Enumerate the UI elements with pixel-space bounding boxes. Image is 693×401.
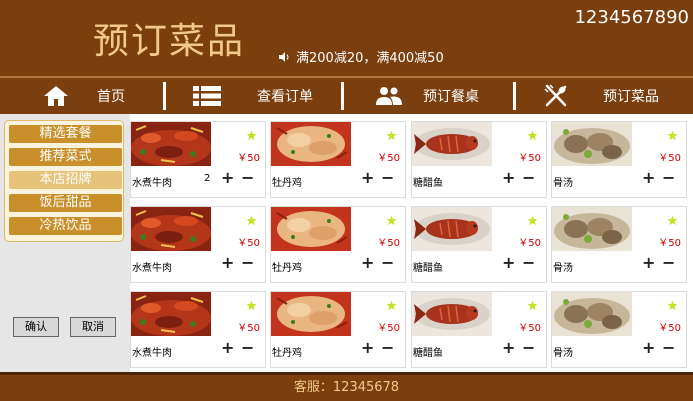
star-icon[interactable] (527, 126, 538, 141)
minus-button[interactable]: − (381, 338, 394, 358)
dish-name: 水煮牛肉 (132, 348, 172, 359)
star-icon[interactable] (246, 296, 257, 311)
star-icon[interactable] (246, 126, 257, 141)
minus-button[interactable]: − (662, 168, 675, 188)
minus-button[interactable]: − (241, 253, 254, 273)
dish-name: 骨汤 (553, 263, 573, 274)
plus-button[interactable]: + (361, 253, 374, 273)
minus-button[interactable]: − (662, 338, 675, 358)
plus-button[interactable]: + (221, 338, 234, 358)
dish-name: 牡丹鸡 (272, 263, 302, 274)
dish-price: ￥50 (377, 323, 400, 334)
dish-name: 牡丹鸡 (272, 178, 302, 189)
dish-name: 水煮牛肉 (132, 178, 172, 189)
star-icon[interactable] (386, 126, 397, 141)
dish-name: 糖醋鱼 (413, 348, 443, 359)
minus-button[interactable]: − (241, 338, 254, 358)
dish-card[interactable]: ￥50 水煮牛肉 + − (130, 291, 266, 368)
dish-card[interactable]: ￥50 骨汤 + − (551, 291, 687, 368)
dish-name: 骨汤 (553, 348, 573, 359)
plus-button[interactable]: + (361, 338, 374, 358)
dish-name: 糖醋鱼 (413, 263, 443, 274)
plus-button[interactable]: + (361, 168, 374, 188)
star-icon[interactable] (386, 211, 397, 226)
dish-photo[interactable] (412, 122, 492, 166)
dish-card[interactable]: ￥50 糖醋鱼 + − (411, 291, 547, 368)
minus-button[interactable]: − (522, 338, 535, 358)
plus-button[interactable]: + (502, 338, 515, 358)
customer-service-text: 客服：12345678 (293, 380, 400, 395)
dish-card[interactable]: ￥50 骨汤 + − (551, 206, 687, 283)
minus-button[interactable]: − (662, 253, 675, 273)
star-icon[interactable] (527, 211, 538, 226)
dish-card[interactable]: ￥50 骨汤 + − (551, 121, 687, 198)
dish-photo[interactable] (271, 292, 351, 336)
dish-card[interactable]: ￥50 牡丹鸡 + − (270, 291, 406, 368)
dish-price: ￥50 (658, 238, 681, 249)
minus-button[interactable]: − (522, 168, 535, 188)
dish-photo[interactable] (131, 292, 211, 336)
dish-card[interactable]: ￥50 牡丹鸡 + − (270, 206, 406, 283)
minus-button[interactable]: − (241, 168, 254, 188)
dish-photo[interactable] (412, 292, 492, 336)
dish-photo[interactable] (552, 122, 632, 166)
dish-photo[interactable] (552, 207, 632, 251)
dish-photo[interactable] (131, 207, 211, 251)
dish-photo[interactable] (271, 122, 351, 166)
minus-button[interactable]: − (381, 168, 394, 188)
star-icon[interactable] (527, 296, 538, 311)
dish-price: ￥50 (518, 153, 541, 164)
dish-card[interactable]: ￥50 糖醋鱼 + − (411, 121, 547, 198)
star-icon[interactable] (246, 211, 257, 226)
dish-card[interactable]: ￥50 水煮牛肉 2 + − (130, 121, 266, 198)
dish-price: ￥50 (237, 323, 260, 334)
dish-card[interactable]: ￥50 糖醋鱼 + − (411, 206, 547, 283)
dish-price: ￥50 (518, 238, 541, 249)
plus-button[interactable]: + (642, 338, 655, 358)
dish-price: ￥50 (658, 323, 681, 334)
dish-price: ￥50 (518, 323, 541, 334)
star-icon[interactable] (386, 296, 397, 311)
dish-price: ￥50 (377, 238, 400, 249)
plus-button[interactable]: + (221, 253, 234, 273)
dish-photo[interactable] (412, 207, 492, 251)
dish-name: 牡丹鸡 (272, 348, 302, 359)
dish-grid: ￥50 水煮牛肉 2 + − ￥50 牡丹鸡 + − ￥50 糖醋鱼 + − ￥50 骨汤 + − ￥50 水煮牛肉… (0, 0, 693, 401)
dish-name: 骨汤 (553, 178, 573, 189)
dish-name: 水煮牛肉 (132, 263, 172, 274)
minus-button[interactable]: − (522, 253, 535, 273)
dish-quantity: 2 (204, 173, 211, 184)
dish-photo[interactable] (271, 207, 351, 251)
dish-name: 糖醋鱼 (413, 178, 443, 189)
dish-price: ￥50 (237, 153, 260, 164)
star-icon[interactable] (667, 296, 678, 311)
dish-photo[interactable] (131, 122, 211, 166)
dish-card[interactable]: ￥50 牡丹鸡 + − (270, 121, 406, 198)
star-icon[interactable] (667, 126, 678, 141)
plus-button[interactable]: + (642, 168, 655, 188)
plus-button[interactable]: + (221, 168, 234, 188)
plus-button[interactable]: + (642, 253, 655, 273)
dish-photo[interactable] (552, 292, 632, 336)
dish-price: ￥50 (377, 153, 400, 164)
dish-card[interactable]: ￥50 水煮牛肉 + − (130, 206, 266, 283)
plus-button[interactable]: + (502, 253, 515, 273)
minus-button[interactable]: − (381, 253, 394, 273)
star-icon[interactable] (667, 211, 678, 226)
plus-button[interactable]: + (502, 168, 515, 188)
dish-price: ￥50 (237, 238, 260, 249)
footer-bar: 客服：12345678 (0, 372, 693, 401)
dish-price: ￥50 (658, 153, 681, 164)
